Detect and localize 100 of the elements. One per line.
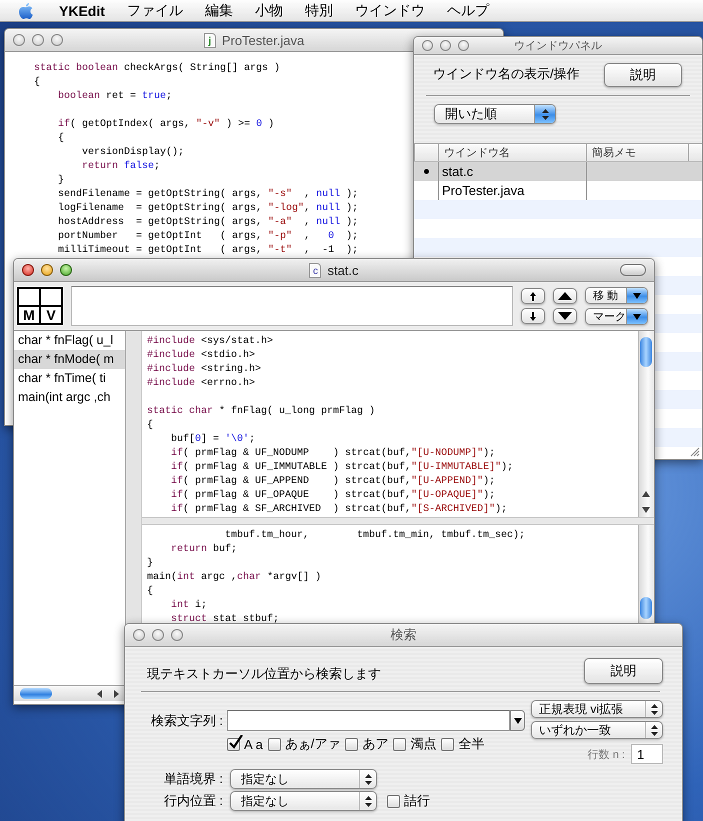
scroll-arrows-icon[interactable]	[642, 491, 650, 513]
code-line: int i;	[170, 599, 208, 613]
sort-order-popup[interactable]: 開いた順	[434, 104, 556, 124]
option-checkbox[interactable]: 全半	[441, 735, 484, 753]
code-line: {	[147, 585, 154, 599]
column-header[interactable]: ウインドウ名	[438, 144, 586, 161]
close-button[interactable]	[133, 629, 145, 641]
code-line: }	[147, 557, 154, 571]
caret-icon	[514, 718, 522, 724]
help-button[interactable]: 説明	[584, 658, 663, 684]
zoom-button[interactable]	[51, 34, 63, 46]
code-line: static char * fnFlag( u_long prmFlag )	[147, 405, 376, 419]
checkbox[interactable]	[268, 738, 281, 750]
zoom-button[interactable]	[458, 40, 469, 51]
close-button[interactable]	[13, 34, 25, 46]
close-button[interactable]	[22, 264, 34, 276]
code-line: #include <string.h>	[147, 363, 262, 377]
menu-item[interactable]: ウインドウ	[344, 2, 436, 20]
triangle-up-icon	[558, 292, 572, 300]
horizontal-scrollbar[interactable]	[14, 685, 125, 701]
code-line: boolean ret = true;	[57, 90, 172, 104]
option-checkbox[interactable]: A a	[227, 735, 263, 753]
zoom-button[interactable]	[171, 629, 183, 641]
code-line: if( prmFlag & UF_NODUMP ) strcat(buf,"[U-NODUMP]");	[170, 447, 496, 461]
field-label: 行内位置 :	[162, 792, 223, 810]
menu-item[interactable]: 特別	[294, 2, 344, 20]
up-arrow-icon	[530, 292, 536, 300]
vertical-scrollbar[interactable]	[638, 331, 654, 517]
option-checkbox[interactable]: あぁ/アァ	[268, 735, 340, 753]
stepper-arrows-icon	[650, 704, 658, 714]
scroll-arrows-icon[interactable]	[97, 690, 119, 698]
apple-icon[interactable]	[18, 2, 34, 20]
checkbox[interactable]	[393, 738, 406, 750]
mark-popup[interactable]: マーク	[585, 308, 648, 325]
option-checkbox[interactable]: 詰行	[387, 792, 430, 810]
caret-icon	[633, 314, 641, 320]
stepper-arrows-icon	[542, 108, 548, 120]
history-dropdown-button[interactable]	[510, 710, 525, 731]
code-line: return buf;	[170, 543, 238, 557]
code-line: sendFilename = getOptString( args, "-s" , null );	[57, 188, 358, 202]
stepper-arrows-icon	[650, 724, 658, 736]
jump-up-button[interactable]	[521, 288, 545, 304]
code-line: #include <sys/stat.h>	[147, 335, 274, 349]
help-button[interactable]: 説明	[604, 63, 682, 87]
file-icon: c	[309, 262, 322, 278]
scroll-thumb[interactable]	[640, 597, 652, 619]
code-line: }	[57, 174, 64, 188]
code-line: if( prmFlag & UF_APPEND ) strcat(buf,"[U-APPEND]");	[170, 475, 496, 489]
code-line: hostAddress = getOptString( args, "-a" , null );	[57, 216, 358, 230]
list-row[interactable]: stat.c	[414, 162, 702, 181]
function-list-item[interactable]: char * fnTime( ti	[14, 369, 125, 388]
menu-item[interactable]: ヘルプ	[436, 2, 500, 20]
scroll-thumb[interactable]	[20, 688, 52, 699]
resize-grip-icon[interactable]	[690, 447, 700, 457]
line-count-field[interactable]: 1	[631, 744, 663, 764]
function-list-item[interactable]: char * fnFlag( u_l	[14, 331, 125, 350]
code-line: if( prmFlag & UF_OPAQUE ) strcat(buf,"[U-OPAQUE]");	[170, 489, 496, 503]
column-header[interactable]: 簡易メモ	[586, 144, 688, 161]
menu-item[interactable]: ファイル	[116, 2, 194, 20]
stepper-arrows-icon	[364, 796, 372, 806]
minimize-button[interactable]	[41, 264, 53, 276]
option-checkbox[interactable]: 濁点	[393, 735, 436, 753]
text-field[interactable]	[71, 286, 513, 326]
match-mode-popup[interactable]: いずれか一致	[531, 721, 663, 739]
checkbox[interactable]	[345, 738, 358, 750]
zoom-button[interactable]	[60, 264, 72, 276]
word-boundary-popup[interactable]: 指定なし	[230, 769, 377, 789]
jump-down-button[interactable]	[521, 308, 545, 324]
checkbox[interactable]	[387, 794, 400, 808]
triangle-down-icon	[558, 312, 572, 320]
field-label: 検索文字列 :	[150, 712, 223, 730]
menu-item[interactable]: 編集	[194, 2, 244, 20]
checkbox[interactable]	[227, 738, 240, 750]
close-button[interactable]	[422, 40, 433, 51]
option-checkbox[interactable]: あア	[345, 735, 388, 753]
line-position-popup[interactable]: 指定なし	[230, 791, 377, 811]
search-mode-popup[interactable]: 正規表現 vi拡張	[531, 700, 663, 718]
code-line: #include <stdio.h>	[147, 349, 256, 363]
search-description: 現テキストカーソル位置から検索します	[147, 665, 381, 683]
code-line: buf[0] = '\0';	[170, 433, 256, 447]
scroll-thumb[interactable]	[640, 337, 652, 367]
minimize-button[interactable]	[152, 629, 164, 641]
checkbox[interactable]	[441, 738, 454, 750]
window-title: ProTester.java	[222, 32, 304, 48]
search-input[interactable]	[227, 710, 510, 731]
code-line: #include <errno.h>	[147, 377, 256, 391]
menu-item[interactable]: 小物	[244, 2, 294, 20]
code-line: {	[34, 76, 40, 90]
window-title: ウインドウパネル	[514, 39, 602, 53]
minimize-button[interactable]	[440, 40, 451, 51]
caret-icon	[633, 292, 641, 298]
function-list-item[interactable]: main(int argc ,ch	[14, 388, 125, 407]
toolbar-toggle-button[interactable]	[620, 264, 646, 276]
previous-button[interactable]	[553, 288, 577, 304]
panel-caption: ウインドウ名の表示/操作	[433, 65, 580, 83]
menu-item[interactable]: YKEdit	[48, 2, 116, 18]
minimize-button[interactable]	[32, 34, 44, 46]
jump-popup[interactable]: 移 動	[585, 287, 648, 304]
next-button[interactable]	[553, 308, 577, 324]
function-list-item[interactable]: char * fnMode( m	[14, 350, 125, 369]
